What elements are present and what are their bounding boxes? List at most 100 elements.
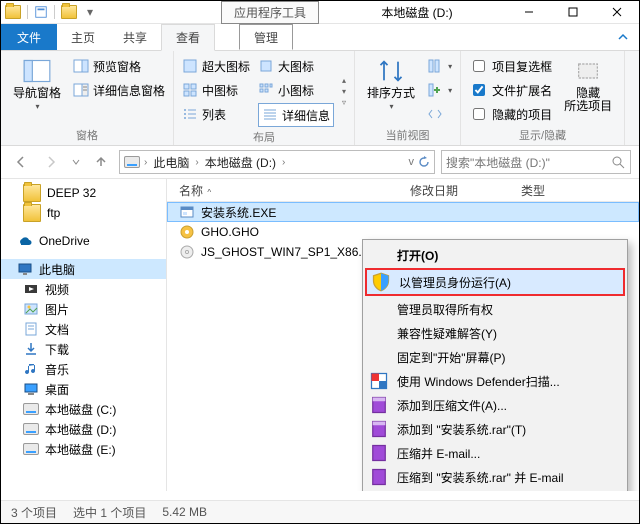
options-button[interactable]: 选项 ▾ xyxy=(633,55,640,113)
file-list[interactable]: 名称 ^ 修改日期 类型 安装系统.EXE GHO.GHO JS_GHOST_W… xyxy=(167,179,639,491)
layout-more-icon[interactable]: ▾ xyxy=(342,87,346,96)
tree-item-music[interactable]: 音乐 xyxy=(1,359,166,379)
layout-more-icon[interactable]: ▿ xyxy=(342,98,346,107)
chevron-right-icon[interactable]: › xyxy=(282,157,285,168)
defender-icon xyxy=(369,371,389,391)
tab-view[interactable]: 查看 xyxy=(161,24,215,51)
menu-compress-email[interactable]: 压缩并 E-mail... xyxy=(365,441,625,465)
history-dropdown[interactable] xyxy=(69,150,83,174)
refresh-icon[interactable] xyxy=(418,156,430,168)
checkbox-item-checkboxes[interactable]: 项目复选框 xyxy=(469,55,552,77)
quick-access-toolbar: ▾ xyxy=(1,5,101,19)
qat-dropdown-icon[interactable]: ▾ xyxy=(83,5,97,19)
group-by-button[interactable]: ▾ xyxy=(427,55,452,77)
tree-item-pictures[interactable]: 图片 xyxy=(1,299,166,319)
tree-item-desktop[interactable]: 桌面 xyxy=(1,379,166,399)
drive-icon xyxy=(23,421,39,437)
chevron-down-icon: ▾ xyxy=(35,102,39,111)
tree-item-ftp[interactable]: ftp xyxy=(1,203,166,223)
columns-icon xyxy=(427,58,443,74)
picture-icon xyxy=(23,301,39,317)
tree-item-downloads[interactable]: 下载 xyxy=(1,339,166,359)
tree-item-drive-c[interactable]: 本地磁盘 (C:) xyxy=(1,399,166,419)
group-label-currentview: 当前视图 xyxy=(363,125,452,143)
menu-highlight-box: 以管理员身份运行(A) xyxy=(365,268,625,296)
size-columns-button[interactable] xyxy=(427,103,452,125)
checkbox-hidden-items[interactable]: 隐藏的项目 xyxy=(469,103,552,125)
search-icon xyxy=(610,154,626,170)
header-type[interactable]: 类型 xyxy=(521,182,582,199)
status-item-count: 3 个项目 xyxy=(11,504,57,521)
tree-item-drive-e[interactable]: 本地磁盘 (E:) xyxy=(1,439,166,459)
tree-item-deep32[interactable]: DEEP 32 xyxy=(1,183,166,203)
view-details-button[interactable]: 详细信息 xyxy=(258,103,334,127)
view-medium-button[interactable]: 中图标 xyxy=(182,79,250,101)
forward-button[interactable] xyxy=(39,150,63,174)
sort-button[interactable]: 排序方式 ▾ xyxy=(363,55,419,125)
nav-tree[interactable]: DEEP 32 ftp OneDrive 此电脑 视频 图片 文档 下载 音乐 … xyxy=(1,179,167,491)
menu-troubleshoot[interactable]: 兼容性疑难解答(Y) xyxy=(365,321,625,345)
nav-pane-button[interactable]: 导航窗格 ▾ xyxy=(9,55,65,113)
view-small-button[interactable]: 小图标 xyxy=(258,79,334,101)
layout-more-icon[interactable]: ▴ xyxy=(342,76,346,85)
explorer-window: ▾ 应用程序工具 本地磁盘 (D:) 文件 主页 共享 查看 管理 导航窗格 xyxy=(0,0,640,524)
open-folder-icon[interactable] xyxy=(61,5,77,19)
grid-icon xyxy=(182,58,198,74)
up-button[interactable] xyxy=(89,150,113,174)
add-columns-button[interactable]: ▾ xyxy=(427,79,452,101)
minimize-button[interactable] xyxy=(507,1,551,23)
address-bar[interactable]: › 此电脑 › 本地磁盘 (D:) › v xyxy=(119,150,435,174)
tree-item-drive-d[interactable]: 本地磁盘 (D:) xyxy=(1,419,166,439)
menu-defender[interactable]: 使用 Windows Defender扫描... xyxy=(365,369,625,393)
header-date[interactable]: 修改日期 xyxy=(410,182,521,199)
status-bar: 3 个项目 选中 1 个项目 5.42 MB xyxy=(1,500,639,523)
properties-icon[interactable] xyxy=(34,5,48,19)
maximize-button[interactable] xyxy=(551,1,595,23)
menu-run-as-admin[interactable]: 以管理员身份运行(A) xyxy=(367,270,623,294)
menu-pin-taskbar[interactable]: 固定到任务栏(K) xyxy=(365,489,625,491)
view-large-button[interactable]: 大图标 xyxy=(258,55,334,77)
chevron-right-icon[interactable]: › xyxy=(195,157,198,168)
back-button[interactable] xyxy=(9,150,33,174)
download-icon xyxy=(23,341,39,357)
view-extralarge-button[interactable]: 超大图标 xyxy=(182,55,250,77)
tab-share[interactable]: 共享 xyxy=(109,24,161,50)
tree-item-onedrive[interactable]: OneDrive xyxy=(1,231,166,251)
ribbon-collapse-button[interactable] xyxy=(607,24,639,50)
details-pane-button[interactable]: 详细信息窗格 xyxy=(73,79,165,101)
view-list-button[interactable]: 列表 xyxy=(182,103,250,125)
address-dropdown-icon[interactable]: v xyxy=(409,156,415,168)
menu-add-rar[interactable]: 添加到 "安装系统.rar"(T) xyxy=(365,417,625,441)
titlebar: ▾ 应用程序工具 本地磁盘 (D:) xyxy=(1,1,639,24)
cloud-icon xyxy=(17,233,33,249)
menu-admin-ownership[interactable]: 管理员取得所有权 xyxy=(365,297,625,321)
checkbox-file-ext[interactable]: 文件扩展名 xyxy=(469,79,552,101)
ribbon-group-layout: 超大图标 中图标 列表 大图标 小图标 详细信息 ▴ ▾ ▿ 布局 xyxy=(174,51,355,145)
tab-manage[interactable]: 管理 xyxy=(239,24,293,50)
tree-item-thispc[interactable]: 此电脑 xyxy=(1,259,166,279)
tree-item-videos[interactable]: 视频 xyxy=(1,279,166,299)
chevron-right-icon[interactable]: › xyxy=(144,157,147,168)
desktop-icon xyxy=(23,381,39,397)
sort-indicator-icon: ^ xyxy=(207,188,211,197)
column-headers[interactable]: 名称 ^ 修改日期 类型 xyxy=(167,179,639,202)
menu-compress-rar-email[interactable]: 压缩到 "安装系统.rar" 并 E-mail xyxy=(365,465,625,489)
menu-open[interactable]: 打开(O) xyxy=(365,243,625,267)
search-box[interactable]: 搜索"本地磁盘 (D:)" xyxy=(441,150,631,174)
video-icon xyxy=(23,281,39,297)
hide-selected-button[interactable]: 隐藏所选项目 xyxy=(560,55,616,125)
breadcrumb-drive[interactable]: 本地磁盘 (D:) xyxy=(203,154,278,171)
menu-add-archive[interactable]: 添加到压缩文件(A)... xyxy=(365,393,625,417)
folder-icon xyxy=(5,5,21,19)
breadcrumb-thispc[interactable]: 此电脑 xyxy=(151,154,191,171)
file-row[interactable]: 安装系统.EXE xyxy=(167,202,639,222)
navbar: › 此电脑 › 本地磁盘 (D:) › v 搜索"本地磁盘 (D:)" xyxy=(1,146,639,179)
tab-file[interactable]: 文件 xyxy=(1,24,57,50)
drive-icon xyxy=(124,154,140,170)
close-button[interactable] xyxy=(595,1,639,23)
header-name[interactable]: 名称 ^ xyxy=(179,182,410,199)
preview-pane-button[interactable]: 预览窗格 xyxy=(73,55,165,77)
tree-item-documents[interactable]: 文档 xyxy=(1,319,166,339)
tab-home[interactable]: 主页 xyxy=(57,24,109,50)
menu-pin-start[interactable]: 固定到"开始"屏幕(P) xyxy=(365,345,625,369)
